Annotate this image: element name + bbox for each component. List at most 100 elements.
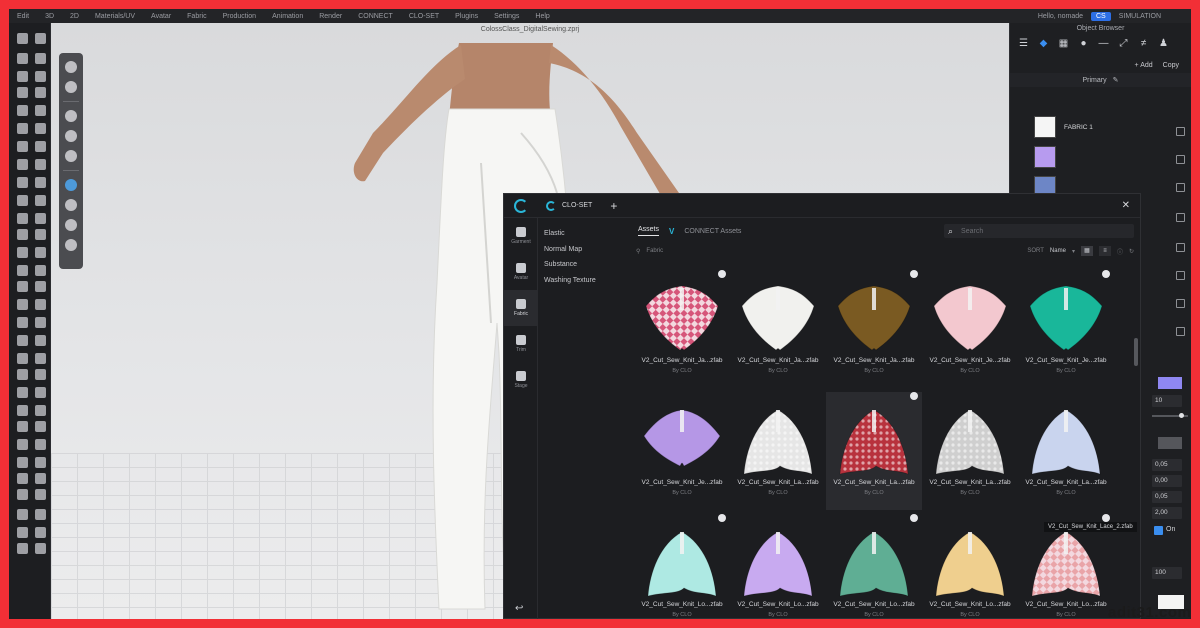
- tool-icon[interactable]: [35, 177, 46, 188]
- tool-icon[interactable]: [35, 159, 46, 170]
- tool-icon[interactable]: [35, 299, 46, 310]
- sort-chevron-icon[interactable]: ▾: [1072, 248, 1075, 255]
- fabric-asset-tile[interactable]: V2_Cut_Sew_Knit_Lo...zfab By CLO: [730, 514, 826, 619]
- download-icon[interactable]: [1102, 514, 1110, 522]
- on-checkbox[interactable]: [1154, 526, 1163, 535]
- garment-tool-icon[interactable]: [65, 110, 77, 122]
- fabric-asset-tile[interactable]: V2_Cut_Sew_Knit_La...zfab By CLO: [730, 392, 826, 510]
- row-option-icon[interactable]: [1176, 127, 1185, 136]
- tool-icon[interactable]: [35, 123, 46, 134]
- info-icon[interactable]: ⓘ: [1117, 247, 1123, 256]
- close-icon[interactable]: ✕: [1122, 200, 1130, 211]
- list-view-button[interactable]: ≡: [1098, 246, 1111, 256]
- list-icon[interactable]: ☰: [1018, 38, 1029, 49]
- tool-icon[interactable]: [17, 369, 28, 380]
- category-item[interactable]: Normal Map: [544, 242, 634, 258]
- fabric-color-chip[interactable]: [1158, 377, 1182, 389]
- menu-item[interactable]: Edit: [9, 13, 37, 20]
- tool-icon[interactable]: [17, 33, 28, 44]
- sort-select[interactable]: Name: [1050, 248, 1066, 254]
- pen-tool-icon[interactable]: [65, 199, 77, 211]
- tool-icon[interactable]: [17, 405, 28, 416]
- property-input[interactable]: 2,00: [1152, 507, 1182, 519]
- light-tool-icon[interactable]: [65, 219, 77, 231]
- tool-icon[interactable]: [17, 123, 28, 134]
- tool-icon[interactable]: [17, 229, 28, 240]
- fabric-asset-tile[interactable]: V2_Cut_Sew_Knit_Ja...zfab By CLO: [730, 270, 826, 388]
- download-icon[interactable]: [910, 514, 918, 522]
- tool-icon[interactable]: [17, 439, 28, 450]
- avatar-small-icon[interactable]: ♟: [1158, 38, 1169, 49]
- tool-icon[interactable]: [35, 53, 46, 64]
- tool-icon[interactable]: [35, 405, 46, 416]
- tool-icon[interactable]: [17, 213, 28, 224]
- tool-icon[interactable]: [17, 527, 28, 538]
- tool-icon[interactable]: [35, 489, 46, 500]
- tool-icon[interactable]: [17, 53, 28, 64]
- fabric-asset-tile[interactable]: V2_Cut_Sew_Knit_La...zfab By CLO: [922, 392, 1018, 510]
- back-arrow-icon[interactable]: ↩: [515, 603, 523, 614]
- side-nav-garment[interactable]: Garment: [504, 218, 538, 254]
- add-tab-icon[interactable]: +: [610, 199, 617, 213]
- fabric-icon[interactable]: ◆: [1038, 38, 1049, 49]
- menu-item[interactable]: Render: [311, 13, 350, 20]
- slider-thumb[interactable]: [1179, 413, 1184, 418]
- property-input[interactable]: 100: [1152, 567, 1182, 579]
- download-icon[interactable]: [1102, 270, 1110, 278]
- tool-icon[interactable]: [35, 439, 46, 450]
- edit-pencil-icon[interactable]: ✎: [1113, 76, 1119, 84]
- tool-icon[interactable]: [17, 265, 28, 276]
- tool-icon[interactable]: [35, 543, 46, 554]
- user-greeting[interactable]: Hello, nomade: [1038, 13, 1083, 20]
- brush-tool-icon[interactable]: [65, 81, 77, 93]
- tool-icon[interactable]: [35, 71, 46, 82]
- category-item[interactable]: Elastic: [544, 226, 634, 242]
- download-icon[interactable]: [910, 392, 918, 400]
- menu-item[interactable]: CLO-SET: [401, 13, 447, 20]
- tool-icon[interactable]: [17, 141, 28, 152]
- menu-item[interactable]: Plugins: [447, 13, 486, 20]
- tool-icon[interactable]: [17, 421, 28, 432]
- search-input[interactable]: ⌕ Search: [944, 224, 1134, 238]
- menu-item[interactable]: Animation: [264, 13, 311, 20]
- primary-section[interactable]: Primary ✎: [1010, 73, 1191, 87]
- row-option-icon[interactable]: [1176, 299, 1185, 308]
- tool-icon[interactable]: [35, 457, 46, 468]
- fabric-asset-tile[interactable]: V2_Cut_Sew_Knit_Lo...zfab By CLO: [826, 514, 922, 619]
- fabric-asset-tile[interactable]: V2_Cut_Sew_Knit_Ja...zfab By CLO: [826, 270, 922, 388]
- tool-icon[interactable]: [17, 281, 28, 292]
- property-slider[interactable]: [1152, 413, 1188, 418]
- topstitch-icon[interactable]: ⤢: [1118, 38, 1129, 49]
- tool-icon[interactable]: [17, 335, 28, 346]
- tool-icon[interactable]: [35, 33, 46, 44]
- category-item[interactable]: Washing Texture: [544, 273, 634, 289]
- fabric-asset-tile[interactable]: V2_Cut_Sew_Knit_La...zfab By CLO: [826, 392, 922, 510]
- clo-set-tab[interactable]: CLO-SET: [540, 200, 598, 211]
- menu-item[interactable]: Avatar: [143, 13, 179, 20]
- menu-item[interactable]: 2D: [62, 13, 87, 20]
- tool-icon[interactable]: [17, 387, 28, 398]
- tool-icon[interactable]: [17, 159, 28, 170]
- tool-icon[interactable]: [17, 473, 28, 484]
- property-input[interactable]: 0,05: [1152, 459, 1182, 471]
- property-input[interactable]: 0,00: [1152, 475, 1182, 487]
- menu-item[interactable]: Settings: [486, 13, 527, 20]
- tool-icon[interactable]: [35, 247, 46, 258]
- tool-icon[interactable]: [35, 281, 46, 292]
- copy-button[interactable]: Copy: [1163, 62, 1179, 69]
- tool-icon[interactable]: [17, 71, 28, 82]
- download-icon[interactable]: [718, 514, 726, 522]
- side-nav-trim[interactable]: Trim: [504, 326, 538, 362]
- tool-icon[interactable]: [17, 195, 28, 206]
- tool-icon[interactable]: [17, 299, 28, 310]
- download-icon[interactable]: [910, 270, 918, 278]
- property-input[interactable]: 0,05: [1152, 491, 1182, 503]
- fabric-row[interactable]: FABRIC 1: [1034, 115, 1186, 139]
- tool-icon[interactable]: [35, 229, 46, 240]
- tab-connect-assets[interactable]: CONNECT Assets: [684, 228, 741, 235]
- texture-chip[interactable]: [1158, 437, 1182, 449]
- tool-icon[interactable]: [35, 141, 46, 152]
- tool-icon[interactable]: [35, 527, 46, 538]
- refresh-icon[interactable]: ↻: [1129, 248, 1134, 255]
- tool-icon[interactable]: [17, 177, 28, 188]
